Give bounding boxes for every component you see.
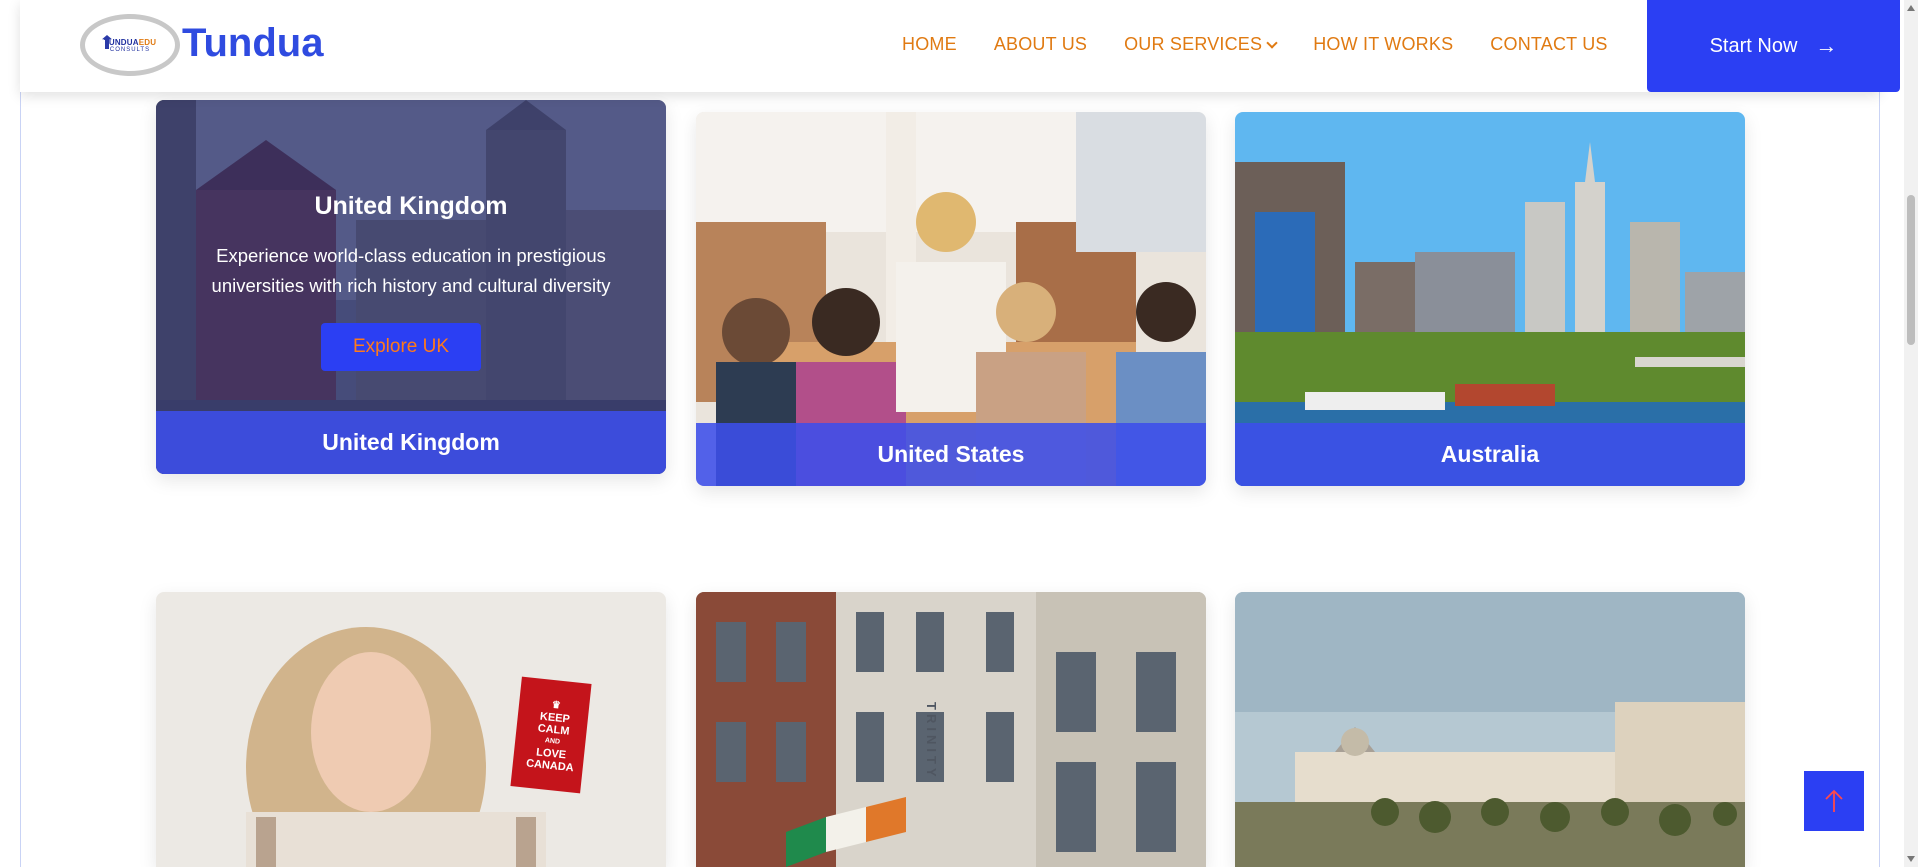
chevron-down-icon	[1266, 36, 1278, 49]
logo-text: Tundua	[182, 20, 324, 65]
scroll-up-arrow-icon[interactable]	[1907, 5, 1915, 11]
overlay-title: United Kingdom	[314, 192, 508, 220]
overlay-description: Experience world-class education in pres…	[211, 245, 611, 296]
canada-keep-calm-image	[156, 592, 666, 867]
site-header: TUNDUAEDU CONSULTS Tundua HOME ABOUT US …	[20, 0, 1900, 92]
scroll-down-arrow-icon[interactable]	[1907, 856, 1915, 862]
card-caption: Australia	[1235, 423, 1745, 486]
hungary-city-image	[1235, 592, 1745, 867]
explore-uk-button[interactable]: Explore UK	[320, 323, 482, 371]
start-now-button[interactable]: Start Now →	[1647, 0, 1900, 92]
page-scrollbar[interactable]	[1904, 0, 1918, 867]
logo-badge: TUNDUAEDU CONSULTS	[80, 14, 180, 76]
destination-card-canada[interactable]: ♛ KEEP CALM AND LOVE CANADA	[156, 592, 666, 867]
building-sign: TRINITY	[924, 702, 939, 781]
scroll-to-top-button[interactable]	[1804, 771, 1864, 831]
destination-card-hungary[interactable]	[1235, 592, 1745, 867]
destination-card-australia[interactable]: Australia	[1235, 112, 1745, 486]
nav-home[interactable]: HOME	[902, 34, 957, 55]
nav-contact-us[interactable]: CONTACT US	[1490, 34, 1607, 55]
scrollbar-thumb[interactable]	[1907, 195, 1915, 345]
arrow-right-icon: →	[1815, 33, 1838, 58]
ireland-building-image	[696, 592, 1206, 867]
destination-card-ireland[interactable]: TRINITY	[696, 592, 1206, 867]
nav-how-it-works[interactable]: HOW IT WORKS	[1313, 34, 1453, 55]
destination-card-us[interactable]: United States	[696, 112, 1206, 486]
arrow-up-icon	[1825, 789, 1843, 812]
nav-about-us[interactable]: ABOUT US	[994, 34, 1087, 55]
keep-calm-sign: ♛ KEEP CALM AND LOVE CANADA	[514, 697, 591, 776]
destination-card-uk[interactable]: United Kingdom Experience world-class ed…	[156, 100, 666, 474]
logo-badge-sub: CONSULTS	[109, 46, 151, 53]
card-hover-content: United Kingdom Experience world-class ed…	[156, 192, 666, 371]
card-caption: United States	[696, 423, 1206, 486]
nav-our-services[interactable]: OUR SERVICES	[1124, 34, 1278, 55]
main-nav: HOME ABOUT US OUR SERVICES HOW IT WORKS …	[902, 34, 1645, 55]
logo[interactable]: TUNDUAEDU CONSULTS Tundua	[80, 14, 323, 76]
logo-badge-main: TUNDUAEDU	[103, 37, 157, 47]
card-caption: United Kingdom	[156, 411, 666, 474]
